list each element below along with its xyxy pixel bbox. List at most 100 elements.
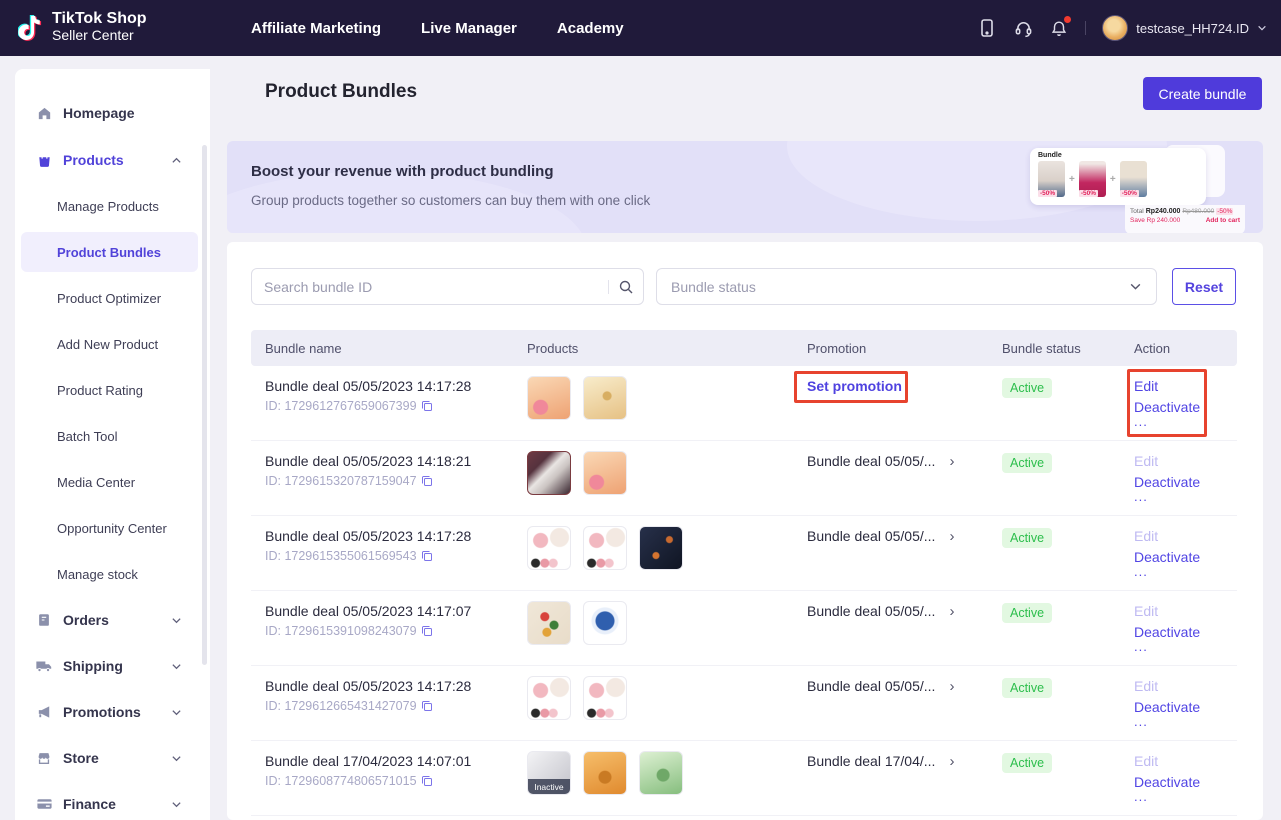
select-placeholder: Bundle status (671, 279, 756, 295)
bundle-id: ID: 1729612767659067399 (265, 399, 417, 413)
sidebar-item-homepage[interactable]: Homepage (15, 99, 210, 127)
product-thumbnail (583, 376, 627, 420)
support-headset-icon[interactable] (1013, 18, 1033, 38)
reset-button[interactable]: Reset (1172, 268, 1236, 305)
col-promotion: Promotion (807, 341, 1002, 356)
edit-link[interactable]: Edit (1134, 603, 1223, 619)
deactivate-link[interactable]: Deactivate (1134, 624, 1223, 640)
sidebar-item-batch-tool[interactable]: Batch Tool (57, 422, 117, 450)
status-badge: Active (1002, 378, 1052, 398)
status-badge: Active (1002, 678, 1052, 698)
sidebar: Homepage Products Manage Products Produc… (15, 69, 210, 820)
sidebar-item-opportunity-center[interactable]: Opportunity Center (57, 514, 167, 542)
copy-icon[interactable] (421, 400, 433, 412)
nav-affiliate-marketing[interactable]: Affiliate Marketing (251, 20, 381, 37)
deactivate-link[interactable]: Deactivate (1134, 774, 1223, 790)
sidebar-item-add-new-product[interactable]: Add New Product (57, 330, 158, 358)
tiktok-note-icon (18, 9, 44, 45)
sidebar-item-products[interactable]: Products (15, 146, 210, 174)
table-row: Bundle deal 17/04/2023 14:07:01 ID: 1729… (251, 741, 1237, 816)
promotion-text: Bundle deal 17/04/... (807, 753, 935, 769)
promotion-link[interactable]: Bundle deal 05/05/...› (807, 453, 1002, 469)
sidebar-item-promotions[interactable]: Promotions (15, 698, 210, 726)
edit-link[interactable]: Edit (1134, 453, 1223, 469)
search-input[interactable] (252, 279, 608, 295)
set-promotion-link[interactable]: Set promotion (807, 378, 902, 394)
notification-bell-icon[interactable] (1049, 18, 1069, 38)
col-bundle-name: Bundle name (265, 341, 527, 356)
table-row: Bundle deal 05/05/2023 14:17:07 ID: 1729… (251, 591, 1237, 666)
copy-icon[interactable] (421, 700, 433, 712)
page-title: Product Bundles (265, 81, 417, 103)
promotion-link[interactable]: Bundle deal 05/05/...› (807, 528, 1002, 544)
promotion-link[interactable]: Bundle deal 05/05/...› (807, 603, 1002, 619)
sidebar-item-label: Products (63, 152, 124, 168)
product-thumbnail (583, 601, 627, 645)
deactivate-link[interactable]: Deactivate (1134, 474, 1223, 490)
promotion-link[interactable]: Bundle deal 05/05/...› (807, 678, 1002, 694)
status-badge: Active (1002, 603, 1052, 623)
sidebar-item-product-bundles[interactable]: Product Bundles (57, 238, 161, 266)
sidebar-item-media-center[interactable]: Media Center (57, 468, 135, 496)
nav-academy[interactable]: Academy (557, 20, 624, 37)
discount-tag: -50% (1120, 190, 1139, 197)
edit-link[interactable]: Edit (1134, 378, 1223, 394)
mobile-app-icon[interactable] (977, 18, 997, 38)
bundle-id: ID: 1729615355061569543 (265, 549, 417, 563)
table-row: Bundle deal 05/05/2023 14:18:21 ID: 1729… (251, 441, 1237, 516)
total-label: Total (1130, 208, 1144, 215)
product-thumbnail (527, 376, 571, 420)
sidebar-item-manage-stock[interactable]: Manage stock (57, 560, 138, 588)
sidebar-item-product-optimizer[interactable]: Product Optimizer (57, 284, 161, 312)
orders-icon (35, 611, 53, 629)
more-actions-link[interactable]: ... (1134, 417, 1223, 427)
nav-live-manager[interactable]: Live Manager (421, 20, 517, 37)
copy-icon[interactable] (421, 775, 433, 787)
bundles-card: Bundle status Reset Bundle name Products… (227, 242, 1263, 820)
deactivate-link[interactable]: Deactivate (1134, 399, 1223, 415)
sidebar-item-manage-products[interactable]: Manage Products (57, 192, 159, 220)
sidebar-item-finance[interactable]: Finance (15, 790, 210, 818)
copy-icon[interactable] (421, 625, 433, 637)
product-thumbnail (639, 526, 683, 570)
sidebar-item-label: Shipping (63, 658, 123, 674)
sidebar-item-product-rating[interactable]: Product Rating (57, 376, 143, 404)
logo-line2: Seller Center (52, 28, 147, 44)
copy-icon[interactable] (421, 550, 433, 562)
chevron-right-icon: › (949, 679, 954, 694)
deactivate-link[interactable]: Deactivate (1134, 549, 1223, 565)
bundle-product-image: -50% (1120, 161, 1147, 197)
banner-title: Boost your revenue with product bundling (251, 163, 554, 180)
products-bag-icon (35, 151, 53, 169)
more-actions-link[interactable]: ... (1134, 492, 1223, 502)
tiktok-logo[interactable]: TikTok Shop Seller Center (18, 9, 147, 45)
edit-link[interactable]: Edit (1134, 753, 1223, 769)
bundle-name: Bundle deal 05/05/2023 14:18:21 (265, 453, 527, 469)
navbar-right: testcase_HH724.ID (977, 0, 1267, 56)
sidebar-item-shipping[interactable]: Shipping (15, 652, 210, 680)
sidebar-item-orders[interactable]: Orders (15, 606, 210, 634)
sidebar-scrollbar[interactable] (202, 145, 207, 665)
product-thumbnail (583, 751, 627, 795)
chevron-right-icon: › (949, 529, 954, 544)
more-actions-link[interactable]: ... (1134, 567, 1223, 577)
promotions-megaphone-icon (35, 703, 53, 721)
create-bundle-button[interactable]: Create bundle (1143, 77, 1262, 110)
sidebar-item-store[interactable]: Store (15, 744, 210, 772)
account-menu[interactable]: testcase_HH724.ID (1102, 15, 1267, 41)
product-thumbnail (583, 676, 627, 720)
promotion-link[interactable]: Bundle deal 17/04/...› (807, 753, 1002, 769)
edit-link[interactable]: Edit (1134, 528, 1223, 544)
edit-link[interactable]: Edit (1134, 678, 1223, 694)
more-actions-link[interactable]: ... (1134, 717, 1223, 727)
more-actions-link[interactable]: ... (1134, 792, 1223, 802)
table-row: Bundle deal 05/05/2023 14:17:28 ID: 1729… (251, 366, 1237, 441)
search-bundle-field (251, 268, 644, 305)
bundle-status-select[interactable]: Bundle status (656, 268, 1157, 305)
bundle-name: Bundle deal 05/05/2023 14:17:28 (265, 528, 527, 544)
more-actions-link[interactable]: ... (1134, 642, 1223, 652)
deactivate-link[interactable]: Deactivate (1134, 699, 1223, 715)
search-icon[interactable] (609, 279, 643, 295)
store-icon (35, 749, 53, 767)
copy-icon[interactable] (421, 475, 433, 487)
